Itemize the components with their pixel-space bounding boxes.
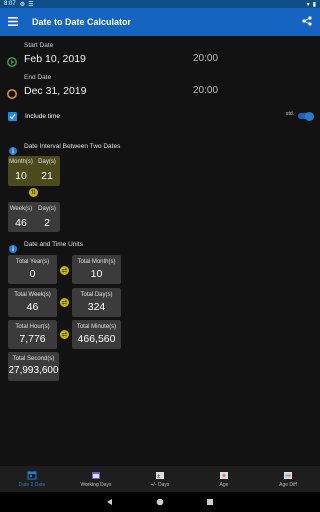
total-months-label: Total Month(s) bbox=[77, 259, 116, 265]
bottom-navigation: Date 2 Date Working Days ± +/- Days Age … bbox=[0, 466, 320, 492]
include-time-checkbox[interactable] bbox=[8, 112, 17, 121]
interval-title: Date Interval Between Two Dates bbox=[24, 143, 121, 150]
share-icon[interactable] bbox=[302, 13, 312, 31]
end-date-value[interactable]: Dec 31, 2019 bbox=[24, 85, 86, 97]
interval-days-label: Day(s) bbox=[38, 159, 56, 165]
plus-minus-icon: ± bbox=[155, 470, 165, 482]
nav-age-label: Age bbox=[219, 482, 229, 488]
total-days-label: Total Day(s) bbox=[80, 292, 113, 298]
settings-icon: ⚙ bbox=[19, 1, 26, 8]
total-days-card: Total Day(s) 324 bbox=[72, 288, 121, 317]
include-time-row: Include time std. bbox=[0, 111, 320, 123]
end-circle-icon bbox=[7, 86, 17, 104]
notification-icon: ☰ bbox=[28, 1, 34, 8]
total-years-card: Total Year(s) 0 bbox=[8, 255, 57, 284]
interval-months-label: Month(s) bbox=[9, 159, 33, 165]
total-weeks-value: 46 bbox=[26, 301, 39, 313]
nav-age-diff[interactable]: Age Diff bbox=[256, 466, 320, 492]
swap-icon[interactable]: ⇄ bbox=[60, 266, 69, 275]
status-time: 8:07 bbox=[4, 1, 16, 7]
age-diff-icon bbox=[283, 470, 293, 482]
start-play-icon bbox=[7, 54, 17, 72]
total-hours-card: Total Hour(s) 7,776 bbox=[8, 320, 57, 349]
swap-icon[interactable]: ⇄ bbox=[60, 330, 69, 339]
total-seconds-label: Total Second(s) bbox=[12, 356, 55, 362]
interval-weeks-value: 46 bbox=[15, 217, 27, 229]
home-icon[interactable] bbox=[156, 493, 164, 511]
calendar-icon bbox=[27, 470, 37, 482]
status-bar: 8:07 ⚙ ☰ ▾ ▮ bbox=[0, 0, 320, 8]
app-bar: Date to Date Calculator bbox=[0, 8, 320, 36]
total-minutes-value: 466,560 bbox=[77, 333, 116, 345]
nav-age-diff-label: Age Diff bbox=[279, 482, 297, 488]
nav-plus-minus-label: +/- Days bbox=[150, 482, 170, 488]
recents-icon[interactable] bbox=[206, 493, 214, 511]
toggle-knob bbox=[305, 111, 314, 121]
start-date-label: Start Date bbox=[24, 42, 54, 49]
end-time-value[interactable]: 20:00 bbox=[193, 85, 218, 96]
swap-icon[interactable]: ⇄ bbox=[60, 298, 69, 307]
units-title: Date and Time Units bbox=[24, 241, 83, 248]
nav-date2date[interactable]: Date 2 Date bbox=[0, 466, 64, 492]
interval-days-value: 21 bbox=[41, 170, 53, 182]
status-icons: ▾ ▮ bbox=[307, 1, 316, 8]
start-date-value[interactable]: Feb 10, 2019 bbox=[24, 53, 86, 65]
total-years-label: Total Year(s) bbox=[15, 259, 50, 265]
total-hours-value: 7,776 bbox=[19, 333, 46, 345]
total-months-card: Total Month(s) 10 bbox=[72, 255, 121, 284]
std-toggle-label: std. bbox=[286, 111, 295, 117]
swap-icon[interactable]: ⇅ bbox=[29, 188, 38, 197]
wifi-icon: ▾ bbox=[306, 1, 310, 8]
total-weeks-card: Total Week(s) 46 bbox=[8, 288, 57, 317]
start-time-value[interactable]: 20:00 bbox=[193, 53, 218, 64]
interval-days2-label: Day(s) bbox=[38, 206, 56, 212]
nav-plus-minus-days[interactable]: ± +/- Days bbox=[128, 466, 192, 492]
working-days-icon bbox=[91, 470, 101, 482]
include-time-label: Include time bbox=[25, 113, 61, 120]
total-months-value: 10 bbox=[90, 268, 103, 280]
nav-working-days[interactable]: Working Days bbox=[64, 466, 128, 492]
interval-weeks-label: Week(s) bbox=[9, 206, 33, 212]
end-date-label: End Date bbox=[24, 74, 52, 81]
total-seconds-card: Total Second(s) 27,993,600 bbox=[8, 352, 59, 381]
total-weeks-label: Total Week(s) bbox=[14, 292, 51, 298]
total-hours-label: Total Hour(s) bbox=[15, 324, 50, 330]
page-title: Date to Date Calculator bbox=[32, 17, 132, 27]
back-icon[interactable] bbox=[106, 493, 114, 511]
nav-working-days-label: Working Days bbox=[80, 482, 112, 488]
interval-month-day-card: Month(s) Day(s) 10 21 bbox=[8, 156, 60, 186]
total-seconds-value: 27,993,600 bbox=[8, 365, 59, 376]
interval-days2-value: 2 bbox=[44, 217, 50, 229]
interval-months-value: 10 bbox=[15, 170, 27, 182]
battery-icon: ▮ bbox=[312, 1, 316, 8]
total-days-value: 324 bbox=[87, 301, 106, 313]
total-years-value: 0 bbox=[29, 268, 36, 280]
interval-week-day-card: Week(s) Day(s) 46 2 bbox=[8, 202, 60, 232]
std-toggle-switch[interactable] bbox=[298, 111, 314, 121]
nav-date2date-label: Date 2 Date bbox=[18, 482, 46, 488]
system-navigation-bar bbox=[0, 492, 320, 512]
menu-icon[interactable] bbox=[8, 13, 18, 31]
age-icon bbox=[219, 470, 229, 482]
nav-age[interactable]: Age bbox=[192, 466, 256, 492]
total-minutes-card: Total Minute(s) 466,560 bbox=[72, 320, 121, 349]
total-minutes-label: Total Minute(s) bbox=[76, 324, 117, 330]
